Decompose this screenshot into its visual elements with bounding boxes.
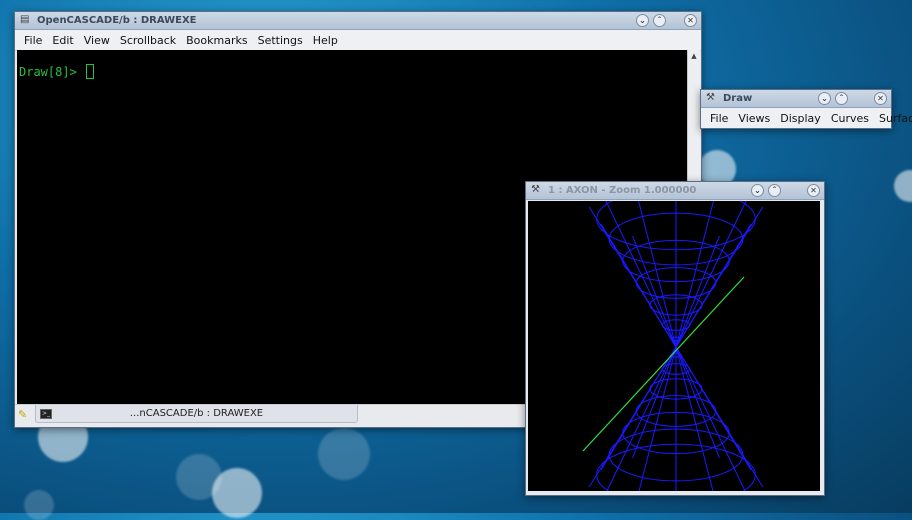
wallpaper-bokeh — [894, 170, 912, 202]
wallpaper-bokeh — [318, 428, 370, 480]
minimize-icon[interactable]: ⌄ — [751, 184, 764, 197]
maximize-icon[interactable]: ˆ — [653, 14, 666, 27]
draw-window[interactable]: ⚒ Draw ⌄ ˆ ✕ File Views Display Curves S… — [700, 89, 912, 129]
close-icon[interactable]: ✕ — [684, 14, 697, 27]
terminal-prompt: Draw[8]> — [19, 64, 95, 79]
menu-display[interactable]: Display — [775, 112, 826, 125]
draw-menubar: File Views Display Curves Surfaces — [701, 108, 912, 128]
close-icon[interactable]: ✕ — [807, 184, 820, 197]
axon-titlebar[interactable]: ⚒ 1 : AXON - Zoom 1.000000 ⌄ ˆ ✕ — [526, 182, 824, 200]
scroll-up-icon[interactable]: ▲ — [688, 50, 700, 62]
menu-surfaces[interactable]: Surfaces — [874, 112, 912, 125]
draw-titlebar[interactable]: ⚒ Draw ⌄ ˆ ✕ — [701, 90, 891, 108]
terminal-titlebar[interactable]: ▤ OpenCASCADE/b : DRAWEXE ⌄ ˆ ✕ — [15, 12, 701, 30]
maximize-icon[interactable]: ˆ — [768, 184, 781, 197]
axis-line — [582, 276, 745, 452]
minimize-icon[interactable]: ⌄ — [636, 14, 649, 27]
axon-title: 1 : AXON - Zoom 1.000000 — [548, 185, 697, 196]
menu-curves[interactable]: Curves — [826, 112, 874, 125]
menu-settings[interactable]: Settings — [253, 34, 308, 47]
wallpaper-bokeh — [24, 490, 54, 520]
terminal-app-icon[interactable]: ▤ — [20, 15, 31, 25]
draw-title: Draw — [723, 93, 753, 104]
new-tab-icon[interactable]: ✎ — [18, 408, 31, 421]
prompt-text: Draw[8]> — [19, 65, 85, 79]
minimize-icon[interactable]: ⌄ — [818, 92, 831, 105]
menu-edit[interactable]: Edit — [47, 34, 78, 47]
terminal-tab-icon: >_ — [40, 409, 52, 419]
tab-drawexe[interactable]: >_ ...nCASCADE/b : DRAWEXE — [35, 405, 358, 423]
menu-help[interactable]: Help — [308, 34, 343, 47]
menu-view[interactable]: View — [79, 34, 115, 47]
tab-label: ...nCASCADE/b : DRAWEXE — [129, 408, 264, 419]
draw-app-icon[interactable]: ⚒ — [531, 185, 542, 195]
menu-file[interactable]: File — [705, 112, 733, 125]
text-cursor — [86, 64, 95, 79]
menu-file[interactable]: File — [19, 34, 47, 47]
close-icon[interactable]: ✕ — [874, 92, 887, 105]
terminal-tabbar: ✎ >_ ...nCASCADE/b : DRAWEXE — [15, 404, 527, 427]
hyperboloid-cone-wireframe — [582, 201, 764, 491]
wallpaper-bokeh — [176, 454, 222, 500]
terminal-menubar: File Edit View Scrollback Bookmarks Sett… — [15, 30, 701, 51]
menu-views[interactable]: Views — [733, 112, 775, 125]
menu-scrollback[interactable]: Scrollback — [115, 34, 181, 47]
menu-bookmarks[interactable]: Bookmarks — [181, 34, 252, 47]
maximize-icon[interactable]: ˆ — [835, 92, 848, 105]
terminal-title: OpenCASCADE/b : DRAWEXE — [37, 15, 197, 26]
axon-3d-view[interactable] — [528, 201, 820, 491]
axon-viewer-window[interactable]: ⚒ 1 : AXON - Zoom 1.000000 ⌄ ˆ ✕ — [525, 181, 825, 496]
draw-app-icon[interactable]: ⚒ — [706, 93, 717, 103]
